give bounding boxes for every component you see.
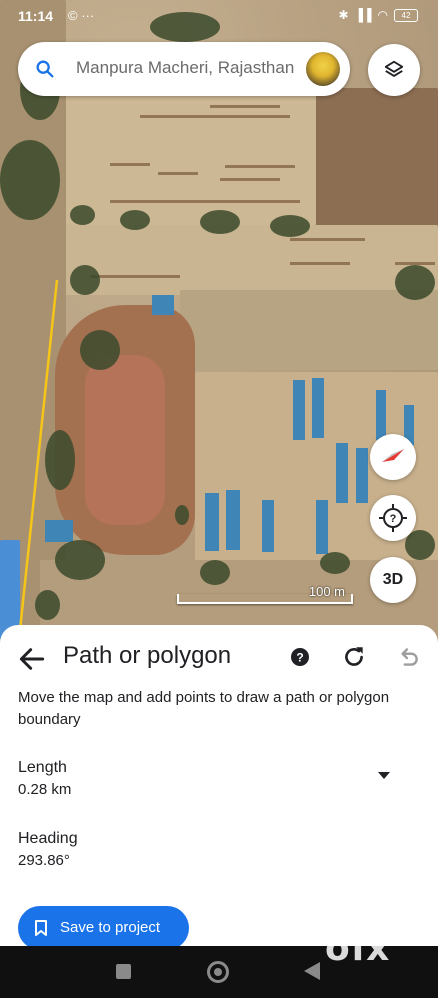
map-tree xyxy=(70,265,100,295)
layers-button[interactable] xyxy=(368,44,420,96)
sheet-title: Path or polygon xyxy=(63,642,232,669)
help-icon[interactable]: ? xyxy=(290,647,310,667)
recent-apps-icon[interactable] xyxy=(116,964,131,979)
signal-icon: ▐▐ xyxy=(354,8,372,22)
map-tree xyxy=(270,215,310,237)
layers-icon xyxy=(384,60,404,77)
map-blue-strip xyxy=(376,390,386,440)
map-crop-row xyxy=(220,178,280,181)
map-blue-strip xyxy=(45,520,73,542)
map-blue-strip xyxy=(226,490,240,550)
svg-text:?: ? xyxy=(296,651,303,665)
nav-back-icon[interactable] xyxy=(304,962,320,980)
map-crop-row xyxy=(210,105,280,108)
home-icon[interactable] xyxy=(207,961,229,983)
map-field xyxy=(180,290,438,370)
scale-line xyxy=(177,594,353,604)
search-input[interactable]: Manpura Macheri, Rajasthan xyxy=(76,58,294,78)
search-icon[interactable] xyxy=(34,58,56,80)
olx-watermark: olx xyxy=(325,928,392,969)
map-scale-bar: 100 m xyxy=(177,584,353,604)
refresh-icon[interactable] xyxy=(341,644,367,670)
map-crop-row xyxy=(290,262,350,265)
heading-value: 293.86° xyxy=(18,852,70,869)
back-arrow-icon[interactable] xyxy=(16,643,48,675)
map-crop-row xyxy=(140,115,290,118)
map-field xyxy=(62,225,438,295)
notification-icons: © ··· xyxy=(68,8,95,23)
map-blue-strip xyxy=(293,380,305,440)
bookmark-icon xyxy=(35,920,47,936)
map-crop-row xyxy=(158,172,198,175)
search-bar[interactable]: Manpura Macheri, Rajasthan xyxy=(18,42,350,96)
map-crop-row xyxy=(110,163,150,166)
satellite-map[interactable] xyxy=(0,0,438,640)
map-tree xyxy=(395,265,435,300)
map-blue-strip xyxy=(356,448,368,503)
bluetooth-icon: ✱ xyxy=(338,8,349,22)
map-tree xyxy=(175,505,189,525)
map-tree xyxy=(45,430,75,490)
undo-icon[interactable] xyxy=(395,644,421,670)
save-button-label: Save to project xyxy=(60,919,161,936)
map-field xyxy=(316,88,438,228)
map-tree xyxy=(0,140,60,220)
save-to-project-button[interactable]: Save to project xyxy=(18,906,189,950)
map-crop-row xyxy=(290,238,365,241)
location-help-icon: ? xyxy=(379,504,407,532)
map-blue-strip xyxy=(316,500,328,554)
map-crop-row xyxy=(90,275,180,278)
heading-label: Heading xyxy=(18,830,78,847)
instruction-text: Move the map and add points to draw a pa… xyxy=(18,689,390,728)
length-label: Length xyxy=(18,759,67,776)
avatar[interactable] xyxy=(306,52,340,86)
map-tree xyxy=(320,552,350,574)
map-crop-row xyxy=(110,200,300,203)
map-tree xyxy=(70,205,95,225)
map-crop-row xyxy=(225,165,295,168)
compass-icon xyxy=(382,449,404,462)
map-tree xyxy=(35,590,60,620)
map-tree xyxy=(55,540,105,580)
wifi-icon: ◠ xyxy=(377,8,388,22)
path-polygon-sheet: Path or polygon ? Move the map and add p… xyxy=(0,625,438,950)
status-time: 11:14 xyxy=(18,8,54,24)
map-blue-strip xyxy=(205,493,219,551)
map-tree xyxy=(120,210,150,230)
location-button[interactable]: ? xyxy=(370,495,416,541)
map-tree xyxy=(200,210,240,234)
map-blue-strip xyxy=(152,295,174,315)
map-blue-strip xyxy=(262,500,274,552)
map-field xyxy=(85,355,165,525)
unit-dropdown-icon[interactable] xyxy=(377,771,391,781)
map-tree xyxy=(200,560,230,585)
map-tree xyxy=(80,330,120,370)
svg-text:?: ? xyxy=(390,513,397,525)
3d-button[interactable]: 3D xyxy=(370,557,416,603)
length-value: 0.28 km xyxy=(18,781,72,798)
compass-button[interactable] xyxy=(370,434,416,480)
status-right-icons: ✱ ▐▐ ◠ 42 xyxy=(338,8,418,22)
map-blue-strip xyxy=(312,378,324,438)
battery-icon: 42 xyxy=(394,8,418,22)
map-blue-strip xyxy=(336,443,348,503)
status-bar: 11:14 © ··· ✱ ▐▐ ◠ 42 xyxy=(0,0,438,32)
